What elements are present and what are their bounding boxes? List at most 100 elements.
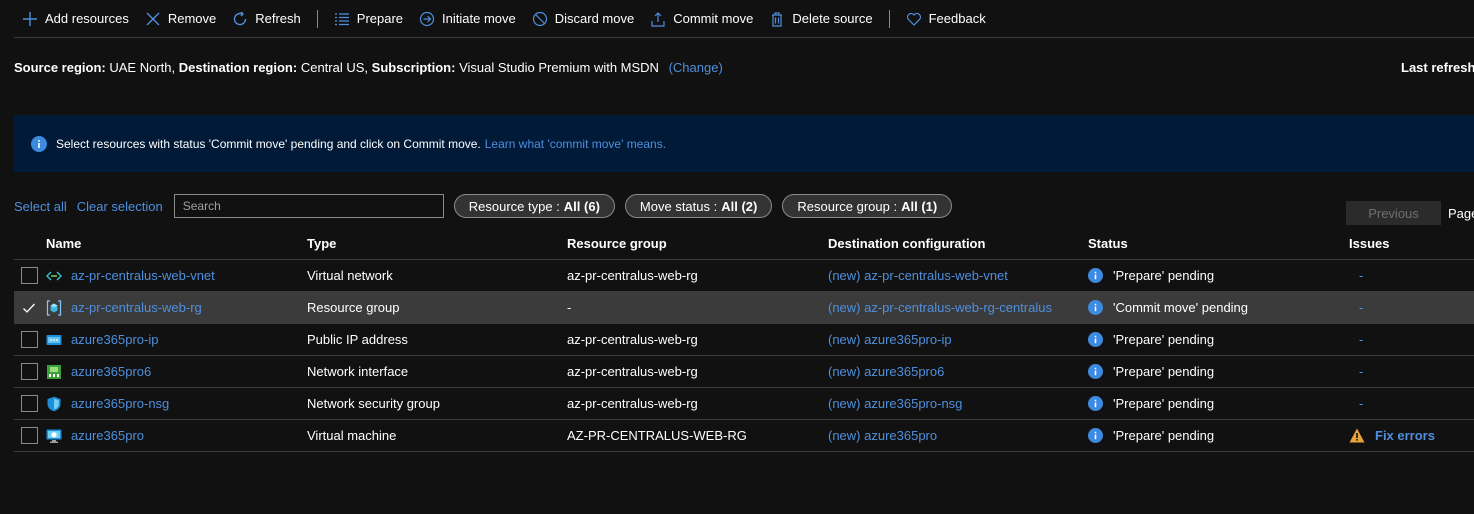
filter-bar: Select all Clear selection Resource type…	[14, 194, 1474, 218]
resource-name-link[interactable]: azure365pro	[71, 428, 144, 443]
source-region-value: UAE North,	[109, 60, 176, 75]
subscription-value: Visual Studio Premium with MSDN	[459, 60, 659, 75]
row-checkbox-cell	[20, 292, 38, 323]
region-summary: Source region: UAE North, Destination re…	[14, 60, 1474, 76]
refresh-button[interactable]: Refresh	[224, 5, 309, 33]
issues-cell: -	[1349, 388, 1363, 419]
clear-selection-link[interactable]: Clear selection	[77, 199, 163, 214]
row-checkbox[interactable]	[20, 331, 38, 348]
remove-label: Remove	[167, 11, 217, 26]
resource-group-cell: AZ-PR-CENTRALUS-WEB-RG	[567, 428, 747, 443]
move-status-filter-label: Move status :	[639, 198, 718, 214]
row-checkbox[interactable]	[20, 267, 38, 284]
info-icon	[1088, 332, 1103, 347]
destination-link[interactable]: (new) azure365pro	[828, 420, 937, 451]
name-cell: azure365pro-ip	[46, 324, 158, 355]
resource-name-link[interactable]: azure365pro-nsg	[71, 396, 169, 411]
command-bar: Add resources Remove Refresh Prepare Ini…	[14, 0, 1474, 38]
change-subscription-link[interactable]: (Change)	[669, 60, 723, 75]
move-status-filter[interactable]: Move status : All (2)	[624, 194, 773, 218]
issues-cell: -	[1349, 260, 1363, 291]
add-resources-label: Add resources	[45, 11, 129, 26]
table-row[interactable]: azure365pro6 Network interface az-pr-cen…	[14, 356, 1474, 388]
table-row[interactable]: az-pr-centralus-web-rg Resource group - …	[14, 292, 1474, 324]
table-row[interactable]: azure365pro Virtual machine AZ-PR-CENTRA…	[14, 420, 1474, 452]
destination-link[interactable]: (new) azure365pro6	[828, 356, 944, 387]
resource-group-filter[interactable]: Resource group : All (1)	[782, 194, 953, 218]
info-banner: Select resources with status 'Commit mov…	[14, 115, 1474, 172]
destination-link[interactable]: (new) azure365pro-ip	[828, 324, 952, 355]
row-checkbox-cell	[20, 356, 38, 387]
remove-button[interactable]: Remove	[137, 5, 224, 33]
add-resources-button[interactable]: Add resources	[14, 5, 137, 33]
status-cell: 'Commit move' pending	[1088, 292, 1248, 323]
issues-cell: -	[1349, 292, 1363, 323]
issues-value: -	[1359, 364, 1364, 379]
column-header-resource-group[interactable]: Resource group	[567, 228, 667, 259]
learn-commit-move-link[interactable]: Learn what 'commit move' means.	[485, 137, 666, 151]
name-cell: az-pr-centralus-web-rg	[46, 292, 202, 323]
fix-errors-link[interactable]: Fix errors	[1349, 428, 1435, 443]
resource-group-cell: az-pr-centralus-web-rg	[567, 332, 698, 347]
info-icon	[1088, 268, 1103, 283]
vnet-icon	[46, 271, 62, 280]
issues-cell: -	[1349, 356, 1363, 387]
resource-group-cell: az-pr-centralus-web-rg	[567, 396, 698, 411]
trash-icon	[772, 11, 783, 27]
destination-link[interactable]: (new) az-pr-centralus-web-vnet	[828, 260, 1008, 291]
row-checkbox[interactable]	[20, 395, 38, 412]
resource-name-link[interactable]: azure365pro-ip	[71, 332, 158, 347]
discard-move-label: Discard move	[554, 11, 635, 26]
previous-page-button[interactable]: Previous	[1346, 201, 1441, 225]
name-cell: azure365pro-nsg	[46, 388, 169, 419]
resource-name-link[interactable]: az-pr-centralus-web-rg	[71, 300, 202, 315]
column-header-destination[interactable]: Destination configuration	[828, 228, 985, 259]
row-checkbox-cell	[20, 388, 38, 419]
type-cell: Network interface	[307, 364, 409, 379]
arrow-circle-icon	[419, 11, 435, 26]
search-input[interactable]	[173, 194, 444, 218]
refresh-label: Refresh	[255, 11, 301, 26]
issues-cell: -	[1349, 324, 1363, 355]
table-row[interactable]: azure365pro-ip Public IP address az-pr-c…	[14, 324, 1474, 356]
checkmark-icon[interactable]	[22, 301, 36, 315]
destination-link[interactable]: (new) azure365pro-nsg	[828, 388, 962, 419]
name-cell: azure365pro	[46, 420, 144, 451]
row-checkbox[interactable]	[20, 363, 38, 380]
resource-group-filter-value: All (1)	[901, 198, 938, 214]
resource-type-filter[interactable]: Resource type : All (6)	[453, 194, 615, 218]
info-icon	[1088, 300, 1103, 315]
status-text: 'Prepare' pending	[1113, 332, 1215, 347]
prepare-button[interactable]: Prepare	[326, 5, 411, 33]
status-cell: 'Prepare' pending	[1088, 420, 1214, 451]
feedback-button[interactable]: Feedback	[898, 5, 994, 33]
resource-type-filter-label: Resource type :	[468, 198, 560, 214]
resource-name-link[interactable]: az-pr-centralus-web-vnet	[71, 268, 215, 283]
plus-icon	[23, 11, 37, 26]
column-header-status[interactable]: Status	[1088, 228, 1128, 259]
type-cell: Virtual network	[307, 268, 393, 283]
info-icon	[1088, 428, 1103, 443]
resource-group-icon	[46, 299, 62, 316]
select-all-link[interactable]: Select all	[14, 199, 67, 214]
delete-source-button[interactable]: Delete source	[761, 5, 880, 33]
upload-icon	[651, 11, 665, 27]
issues-value: -	[1359, 332, 1364, 347]
column-header-issues[interactable]: Issues	[1349, 228, 1389, 259]
table-row[interactable]: azure365pro-nsg Network security group a…	[14, 388, 1474, 420]
destination-link[interactable]: (new) az-pr-centralus-web-rg-centralus	[828, 292, 1052, 323]
column-header-type[interactable]: Type	[307, 228, 336, 259]
table-row[interactable]: az-pr-centralus-web-vnet Virtual network…	[14, 260, 1474, 292]
status-text: 'Prepare' pending	[1113, 396, 1215, 411]
status-cell: 'Prepare' pending	[1088, 388, 1214, 419]
subscription-label: Subscription:	[371, 60, 456, 75]
banner-message: Select resources with status 'Commit mov…	[56, 136, 481, 151]
last-refreshed-label: Last refreshed	[1401, 60, 1474, 75]
initiate-move-button[interactable]: Initiate move	[411, 5, 524, 33]
column-header-name[interactable]: Name	[46, 228, 81, 259]
commit-move-button[interactable]: Commit move	[642, 5, 761, 33]
resource-name-link[interactable]: azure365pro6	[71, 364, 151, 379]
resource-group-cell: az-pr-centralus-web-rg	[567, 364, 698, 379]
discard-move-button[interactable]: Discard move	[524, 5, 642, 33]
row-checkbox[interactable]	[20, 427, 38, 444]
